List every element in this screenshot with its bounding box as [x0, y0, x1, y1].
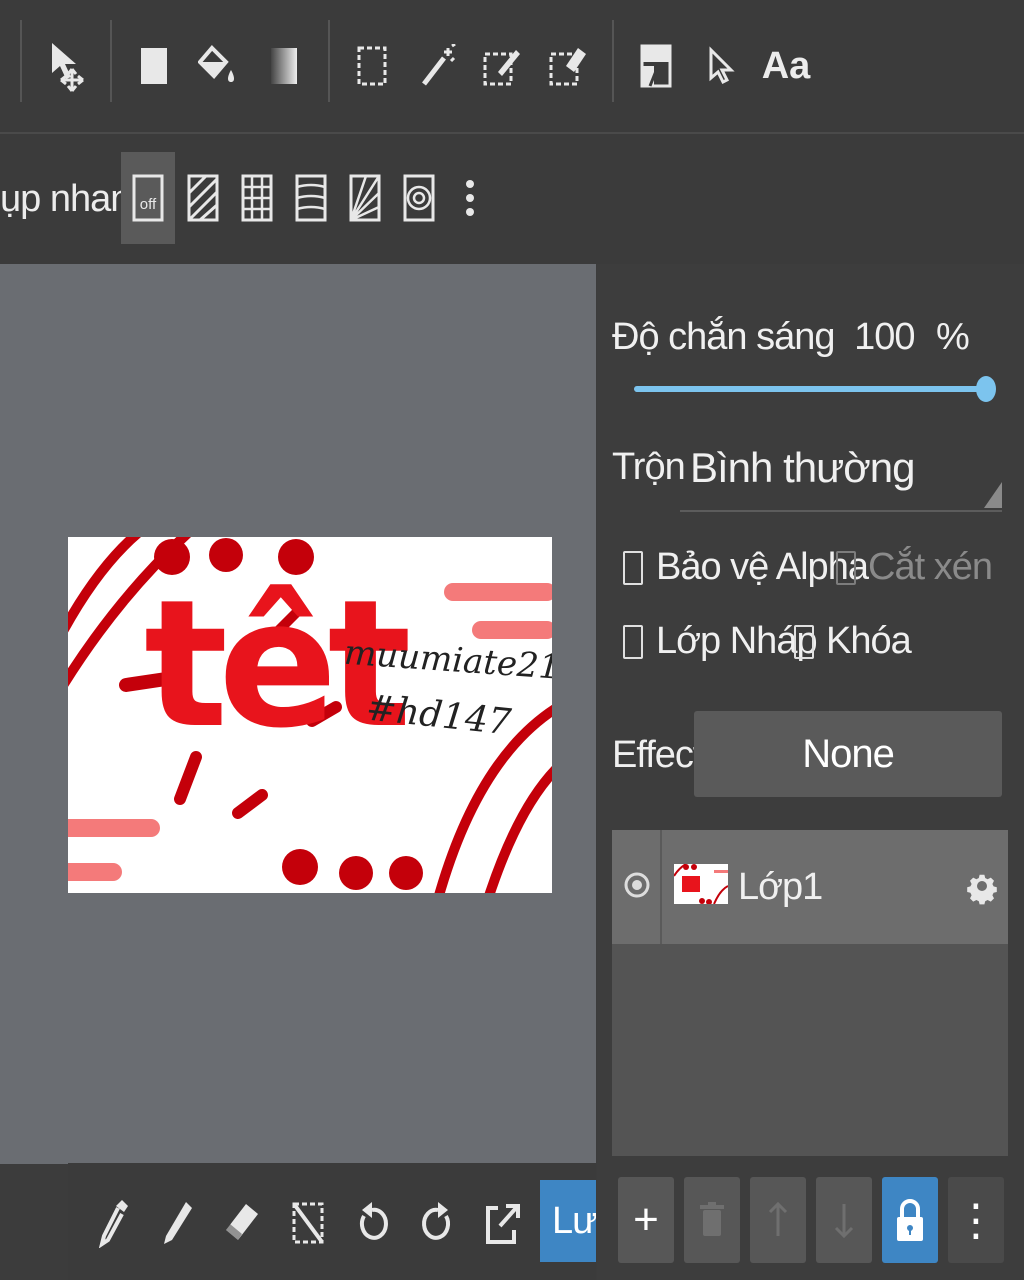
blend-label: Trộn	[612, 446, 686, 488]
snap-more-icon[interactable]	[446, 152, 494, 244]
opacity-value: 100	[854, 316, 915, 358]
opacity-slider-track[interactable]	[634, 386, 986, 392]
snap-curve-button[interactable]	[284, 152, 338, 244]
opacity-label-text: Độ chắn sáng	[612, 316, 835, 358]
gradient-icon[interactable]	[260, 38, 308, 94]
artwork-canvas[interactable]: têt muumiate217 #hd147	[68, 537, 552, 893]
clip-label: Cắt xén	[868, 546, 993, 588]
gear-icon[interactable]	[966, 866, 998, 906]
snap-off-label: off	[139, 196, 157, 213]
snap-grid-button[interactable]	[230, 152, 284, 244]
magic-wand-icon[interactable]	[414, 38, 462, 94]
layer-more-button[interactable]: ⋮	[948, 1177, 1004, 1263]
toolbar-divider	[110, 20, 112, 102]
blend-mode-value: Bình thường	[690, 444, 915, 491]
toolbar-divider	[20, 20, 22, 102]
draft-layer-label: Lớp Nháp	[656, 620, 818, 662]
toolbar-divider	[328, 20, 330, 102]
draft-layer-checkbox[interactable]	[623, 625, 643, 659]
eyedropper-icon[interactable]	[88, 1188, 140, 1258]
redo-icon[interactable]	[412, 1188, 464, 1258]
lock-checkbox[interactable]	[794, 625, 814, 659]
fill-rect-icon[interactable]	[130, 38, 178, 94]
eye-icon[interactable]	[622, 870, 652, 900]
add-layer-button[interactable]: +	[618, 1177, 674, 1263]
select-eraser-icon[interactable]	[544, 38, 592, 94]
toolbar-divider	[612, 20, 614, 102]
lock-label: Khóa	[826, 620, 912, 662]
layer-row[interactable]: Lớp1	[612, 830, 1008, 944]
clip-checkbox[interactable]	[836, 551, 856, 585]
deselect-icon[interactable]	[282, 1188, 334, 1258]
main-toolbar: Aa	[0, 0, 1024, 134]
save-button[interactable]: Lưu	[540, 1180, 596, 1262]
opacity-slider-thumb[interactable]	[976, 376, 996, 402]
opacity-slider-fill	[634, 386, 986, 392]
undo-icon[interactable]	[346, 1188, 398, 1258]
layer-thumbnail	[674, 864, 728, 904]
layer-lock-button[interactable]	[882, 1177, 938, 1263]
snap-parallel-button[interactable]	[176, 152, 230, 244]
snap-circle-button[interactable]	[392, 152, 446, 244]
move-layer-up-button[interactable]	[750, 1177, 806, 1263]
bucket-icon[interactable]	[194, 38, 242, 94]
snap-radial-button[interactable]	[338, 152, 392, 244]
effect-button[interactable]: None	[694, 711, 1002, 797]
frame-divider-icon[interactable]	[632, 38, 680, 94]
move-icon[interactable]	[44, 38, 92, 94]
select-pen-icon[interactable]	[478, 38, 526, 94]
snap-off-button[interactable]: off	[121, 152, 175, 244]
save-button-label: Lưu	[552, 1199, 596, 1242]
eraser-icon[interactable]	[216, 1188, 268, 1258]
move-layer-down-button[interactable]	[816, 1177, 872, 1263]
arrow-up-icon	[768, 1202, 788, 1236]
layer-row-divider	[660, 830, 662, 944]
layer-name: Lớp1	[738, 866, 823, 908]
blend-mode-select[interactable]: Bình thường	[680, 436, 1002, 512]
select-rect-icon[interactable]	[348, 38, 396, 94]
opacity-label: Độ chắn sáng 100 %	[612, 316, 970, 359]
trash-icon	[700, 1202, 724, 1236]
dropdown-corner-icon	[984, 482, 1002, 508]
pen-icon[interactable]	[152, 1188, 204, 1258]
alpha-protect-checkbox[interactable]	[623, 551, 643, 585]
effect-label: Effect	[612, 734, 703, 776]
lock-icon	[897, 1199, 923, 1241]
arrow-down-icon	[834, 1204, 854, 1238]
opacity-unit: %	[936, 316, 970, 358]
text-tool-icon[interactable]: Aa	[762, 38, 811, 94]
pointer-icon[interactable]	[696, 38, 744, 94]
delete-layer-button[interactable]	[684, 1177, 740, 1263]
export-icon[interactable]	[476, 1188, 528, 1258]
